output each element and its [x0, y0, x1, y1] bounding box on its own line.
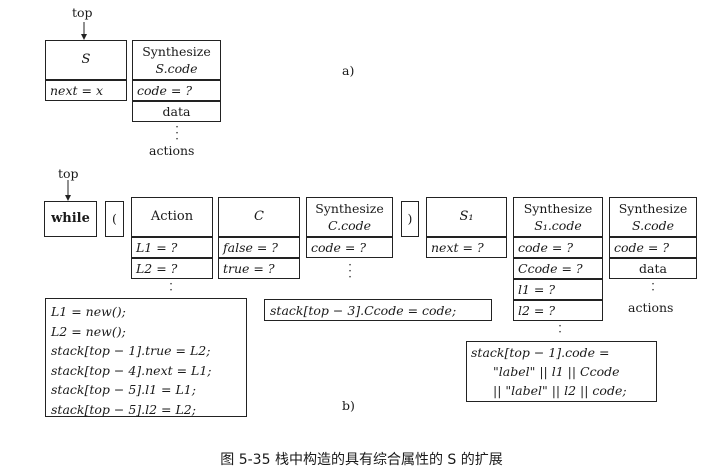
synth-s-label: Synthesize	[618, 201, 688, 216]
final-code-line: stack[top − 1].code =	[471, 345, 610, 360]
s1-next-cell: next = ?	[426, 237, 507, 258]
while-cell: while	[44, 201, 97, 237]
action-code-line: stack[top − 5].l2 = L2;	[51, 401, 196, 417]
true-cell: true = ?	[218, 258, 300, 279]
synth-s1-code-cell: code = ?	[513, 237, 603, 258]
action-code-line: stack[top − 5].l1 = L1;	[51, 382, 196, 397]
s-cell: S	[45, 40, 127, 80]
l2-cell: L2 = ?	[131, 258, 213, 279]
l1-cell: L1 = ?	[131, 237, 213, 258]
synthesize-c-code-cell: Synthesize C.code	[306, 197, 393, 237]
action-code-line: stack[top − 4].next = L1;	[51, 362, 212, 378]
synth-s-target: S.code	[631, 218, 675, 233]
false-cell: false = ?	[218, 237, 300, 258]
synth-s-data-cell: data	[609, 258, 697, 279]
code-cell: code = ?	[132, 80, 221, 101]
panel-label-a: a)	[342, 63, 355, 78]
lparen-cell: (	[105, 201, 124, 237]
synth-s1-target: S₁.code	[534, 218, 582, 233]
synth-s1-l1-cell: l1 = ?	[513, 279, 603, 300]
top-label-b: top	[58, 166, 79, 181]
next-cell: next = x	[45, 80, 127, 101]
synth-s1-ccode-cell: Ccode = ?	[513, 258, 603, 279]
action-code-box: L1 = new(); L2 = new(); stack[top − 1].t…	[45, 298, 247, 417]
final-code-line: "label" || l1 || Ccode	[493, 364, 620, 379]
actions-label-b: actions	[628, 300, 674, 315]
action-code-line: L1 = new();	[51, 304, 126, 319]
action-code-line: stack[top − 1].true = L2;	[51, 343, 211, 358]
final-code-box: stack[top − 1].code = "label" || l1 || C…	[466, 341, 657, 402]
synthesize-s-code-cell-b: Synthesize S.code	[609, 197, 697, 237]
synth-s1-l2-cell: l2 = ?	[513, 300, 603, 321]
synthesize-s1-code-cell: Synthesize S₁.code	[513, 197, 603, 237]
ccode-assign-box: stack[top − 3].Ccode = code;	[264, 299, 492, 321]
synth-label: Synthesize	[142, 44, 211, 59]
vertical-dots-s1: · ·	[558, 319, 562, 339]
vertical-dots-c: · · ·	[348, 258, 352, 284]
synthesize-s-code-cell: Synthesize S.code	[132, 40, 221, 80]
ccode-assign-line: stack[top − 3].Ccode = code;	[270, 303, 457, 318]
synth-target: S.code	[155, 61, 198, 76]
synth-c-label: Synthesize	[315, 201, 384, 216]
c-cell: C	[218, 197, 300, 237]
synth-s-code-cell: code = ?	[609, 237, 697, 258]
actions-label-a: actions	[149, 143, 195, 158]
vertical-dots-a: · · ·	[175, 120, 179, 146]
s1-cell: S₁	[426, 197, 507, 237]
synth-c-code-cell: code = ?	[306, 237, 393, 258]
synth-s1-label: Synthesize	[523, 201, 593, 216]
vertical-dots-s: · ·	[651, 277, 655, 297]
action-code-line: L2 = new();	[51, 323, 126, 339]
final-code-line: || "label" || l2 || code;	[493, 383, 627, 398]
synth-c-target: C.code	[327, 218, 372, 233]
rparen-cell: )	[401, 201, 419, 237]
figure-caption: 图 5-35 栈中构造的具有综合属性的 S 的扩展	[220, 452, 503, 468]
vertical-dots-action: · ·	[169, 277, 173, 297]
panel-label-b: b)	[342, 398, 355, 413]
action-cell: Action	[131, 197, 213, 237]
data-cell: data	[132, 101, 221, 122]
top-label-a: top	[72, 5, 93, 20]
